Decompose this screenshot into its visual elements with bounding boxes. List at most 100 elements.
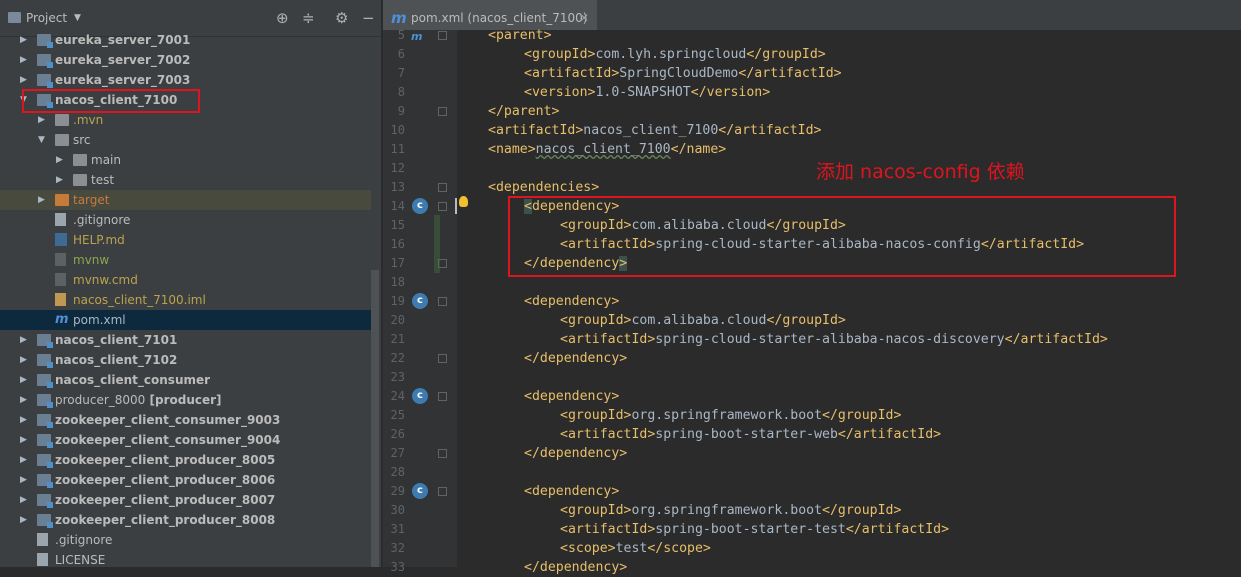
code-line[interactable]: <dependencies> — [488, 178, 599, 197]
fold-icon[interactable] — [438, 487, 447, 496]
collapsed-arrow-icon[interactable]: ▶ — [20, 370, 30, 390]
tree-item[interactable]: ▶ nacos_client_7102 — [0, 350, 371, 370]
code-line[interactable]: <version>1.0-SNAPSHOT</version> — [524, 83, 770, 102]
code-line[interactable]: <parent> — [488, 26, 552, 45]
code-line[interactable]: </dependency> — [524, 558, 627, 577]
tree-item[interactable]: mvnw — [0, 250, 371, 270]
tree-item-label: nacos_client_7100.iml — [73, 293, 206, 307]
code-line[interactable]: </dependency> — [524, 444, 627, 463]
fold-icon[interactable] — [438, 31, 447, 40]
tree-item[interactable]: ▶ main — [0, 150, 371, 170]
fold-icon[interactable] — [438, 392, 447, 401]
xml-tag: </name> — [670, 142, 727, 157]
collapsed-arrow-icon[interactable]: ▶ — [20, 510, 30, 530]
collapsed-arrow-icon[interactable]: ▶ — [56, 170, 66, 190]
tree-item[interactable]: ▶ target — [0, 190, 371, 210]
code-line[interactable]: <artifactId>spring-boot-starter-web</art… — [560, 425, 941, 444]
xml-tag: <groupId> — [560, 408, 632, 423]
tree-item[interactable]: ▶ producer_8000 [producer] — [0, 390, 371, 410]
collapsed-arrow-icon[interactable]: ▶ — [38, 110, 48, 130]
line-number: 20 — [390, 313, 405, 327]
tree-item[interactable]: ▶ test — [0, 170, 371, 190]
fold-icon[interactable] — [438, 202, 447, 211]
collapsed-arrow-icon[interactable]: ▶ — [20, 410, 30, 430]
line-number: 31 — [390, 522, 405, 536]
xml-tag: </artifactId> — [738, 66, 842, 81]
fold-icon[interactable] — [438, 297, 447, 306]
tree-item[interactable]: .gitignore — [0, 210, 371, 230]
line-number: 9 — [397, 104, 405, 118]
tree-item[interactable]: ▶ zookeeper_client_producer_8007 — [0, 490, 371, 510]
fold-icon[interactable] — [438, 259, 447, 268]
code-line[interactable]: <dependency> — [524, 482, 619, 501]
collapsed-arrow-icon[interactable]: ▶ — [56, 150, 66, 170]
collapsed-arrow-icon[interactable]: ▶ — [20, 430, 30, 450]
override-icon[interactable]: c — [412, 483, 428, 499]
module-icon — [37, 454, 53, 468]
tree-item-label: zookeeper_client_producer_8006 — [55, 473, 276, 487]
tree-item-label: pom.xml — [73, 313, 126, 327]
code-line[interactable]: <artifactId>SpringCloudDemo</artifactId> — [524, 64, 842, 83]
collapsed-arrow-icon[interactable]: ▶ — [20, 450, 30, 470]
collapsed-arrow-icon[interactable]: ▶ — [20, 470, 30, 490]
code-line[interactable]: <scope>test</scope> — [560, 539, 711, 558]
tree-item[interactable]: ▶ zookeeper_client_producer_8005 — [0, 450, 371, 470]
fold-icon[interactable] — [438, 449, 447, 458]
lightbulb-icon[interactable] — [459, 196, 468, 207]
line-number: 23 — [390, 370, 405, 384]
code-line[interactable]: <artifactId>nacos_client_7100</artifactI… — [488, 121, 821, 140]
code-line[interactable]: </dependency> — [524, 349, 627, 368]
collapsed-arrow-icon[interactable]: ▶ — [20, 390, 30, 410]
tree-item[interactable]: ▶ eureka_server_7003 — [0, 70, 371, 90]
tree-item[interactable]: LICENSE — [0, 550, 371, 567]
tree-item[interactable]: HELP.md — [0, 230, 371, 250]
xml-tag: <dependency> — [524, 484, 620, 499]
code-line[interactable]: <groupId>com.lyh.springcloud</groupId> — [524, 45, 826, 64]
tree-item[interactable]: ▶ eureka_server_7001 — [0, 30, 371, 50]
collapsed-arrow-icon[interactable]: ▶ — [20, 330, 30, 350]
scrollbar[interactable] — [371, 270, 379, 567]
tree-item-label: zookeeper_client_consumer_9003 — [55, 413, 281, 427]
tree-item[interactable]: nacos_client_7100.iml — [0, 290, 371, 310]
tree-item[interactable]: ▶ eureka_server_7002 — [0, 50, 371, 70]
collapsed-arrow-icon[interactable]: ▶ — [20, 50, 30, 70]
collapsed-arrow-icon[interactable]: ▶ — [20, 350, 30, 370]
code-line[interactable]: <artifactId>spring-boot-starter-test</ar… — [560, 520, 949, 539]
tree-item[interactable]: ▶ nacos_client_consumer — [0, 370, 371, 390]
expanded-arrow-icon[interactable]: ▼ — [38, 130, 48, 150]
tree-item[interactable]: ▶ zookeeper_client_producer_8008 — [0, 510, 371, 530]
tree-item[interactable]: ▶ .mvn — [0, 110, 371, 130]
tree-item[interactable]: .gitignore — [0, 530, 371, 550]
code-line[interactable]: <name>nacos_client_7100</name> — [488, 140, 726, 159]
code-line[interactable]: <groupId>com.alibaba.cloud</groupId> — [560, 311, 846, 330]
fold-icon[interactable] — [438, 183, 447, 192]
tree-item[interactable]: ▶ zookeeper_client_producer_8006 — [0, 470, 371, 490]
override-icon[interactable]: c — [412, 388, 428, 404]
collapsed-arrow-icon[interactable]: ▶ — [20, 70, 30, 90]
override-icon[interactable]: c — [412, 293, 428, 309]
code-line[interactable]: <dependency> — [524, 292, 619, 311]
code-line[interactable]: <artifactId>spring-cloud-starter-alibaba… — [560, 330, 1108, 349]
collapsed-arrow-icon[interactable]: ▶ — [38, 190, 48, 210]
folder-icon — [55, 114, 69, 126]
tree-item-label: target — [73, 193, 110, 207]
tree-item[interactable]: ▶ zookeeper_client_consumer_9004 — [0, 430, 371, 450]
code-line[interactable]: </parent> — [488, 102, 559, 121]
tree-item[interactable]: m pom.xml — [0, 310, 371, 330]
fold-icon[interactable] — [438, 354, 447, 363]
tree-item[interactable]: ▼ src — [0, 130, 371, 150]
line-number: 12 — [390, 161, 405, 175]
collapsed-arrow-icon[interactable]: ▶ — [20, 490, 30, 510]
collapsed-arrow-icon[interactable]: ▶ — [20, 30, 30, 50]
annotation-text: 添加 nacos-config 依赖 — [816, 161, 1025, 183]
fold-icon[interactable] — [438, 107, 447, 116]
code-line[interactable]: <dependency> — [524, 387, 619, 406]
code-line[interactable]: <groupId>org.springframework.boot</group… — [560, 501, 901, 520]
module-icon — [37, 374, 53, 388]
tree-item[interactable]: mvnw.cmd — [0, 270, 371, 290]
tree-item[interactable]: ▶ zookeeper_client_consumer_9003 — [0, 410, 371, 430]
tree-item[interactable]: ▶ nacos_client_7101 — [0, 330, 371, 350]
override-icon[interactable]: c — [412, 198, 428, 214]
code-line[interactable]: <groupId>org.springframework.boot</group… — [560, 406, 901, 425]
xml-tag: <dependency> — [524, 389, 620, 404]
